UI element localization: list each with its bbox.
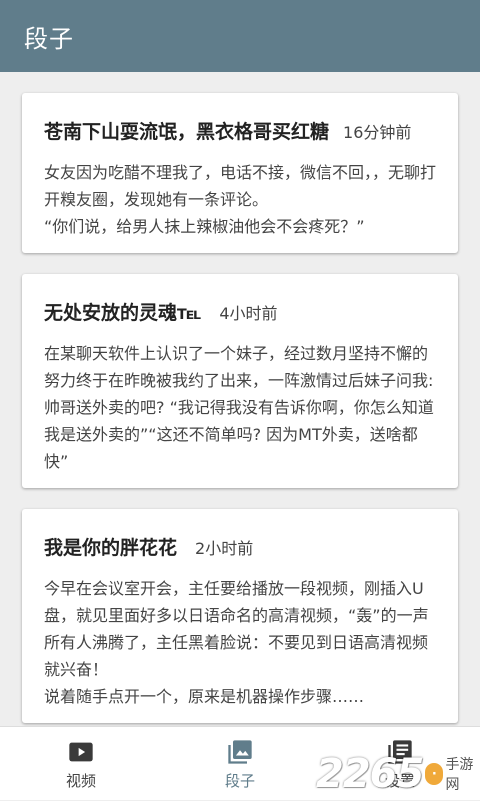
card-author: 无处安放的灵魂℡: [44, 302, 202, 324]
card-text: 今早在会议室开会，主任要给播放一段视频，刚插入U盘，就见里面好多以日语命名的高清…: [44, 579, 429, 706]
card-text: 在某聊天软件上认识了一个妹子，经过数月坚持不懈的努力终于在昨晚被我约了出来，一阵…: [44, 344, 434, 471]
card-text: 女友因为吃醋不理我了，电话不接，微信不回，，无聊打开糗友圈，发现她有一条评论。 “…: [44, 163, 437, 236]
bottom-navigation: 视频 段子 设置: [0, 726, 480, 800]
nav-tab-settings[interactable]: 设置: [355, 727, 445, 801]
joke-card[interactable]: 我是你的胖花花 2小时前 今早在会议室开会，主任要给播放一段视频，刚插入U盘，就…: [22, 509, 458, 723]
card-time: 2小时前: [195, 539, 254, 558]
app-bar: 段子: [0, 0, 480, 72]
image-icon: [228, 739, 252, 764]
nav-label-jokes: 段子: [224, 771, 255, 790]
card-time: 4小时前: [219, 304, 278, 323]
nav-tab-video[interactable]: 视频: [36, 727, 126, 801]
nav-label-video: 视频: [65, 771, 96, 790]
joke-card[interactable]: 苍南下山耍流氓，黑衣格哥买红糖 16分钟前 女友因为吃醋不理我了，电话不接，微信…: [22, 93, 458, 253]
joke-feed[interactable]: 苍南下山耍流氓，黑衣格哥买红糖 16分钟前 女友因为吃醋不理我了，电话不接，微信…: [0, 72, 480, 726]
card-author: 我是你的胖花花: [44, 537, 178, 559]
card-header: 我是你的胖花花 2小时前: [44, 533, 438, 565]
nav-label-settings: 设置: [384, 771, 415, 790]
page-title: 段子: [24, 24, 74, 53]
card-header: 苍南下山耍流氓，黑衣格哥买红糖 16分钟前: [44, 117, 438, 149]
settings-list-icon: [388, 739, 412, 764]
card-time: 16分钟前: [343, 123, 412, 142]
joke-card[interactable]: 无处安放的灵魂℡ 4小时前 在某聊天软件上认识了一个妹子，经过数月坚持不懈的努力…: [22, 274, 458, 488]
card-author: 苍南下山耍流氓，黑衣格哥买红糖: [44, 121, 330, 143]
card-header: 无处安放的灵魂℡ 4小时前: [44, 298, 438, 330]
nav-tab-jokes[interactable]: 段子: [195, 727, 285, 801]
play-icon: [69, 742, 93, 761]
